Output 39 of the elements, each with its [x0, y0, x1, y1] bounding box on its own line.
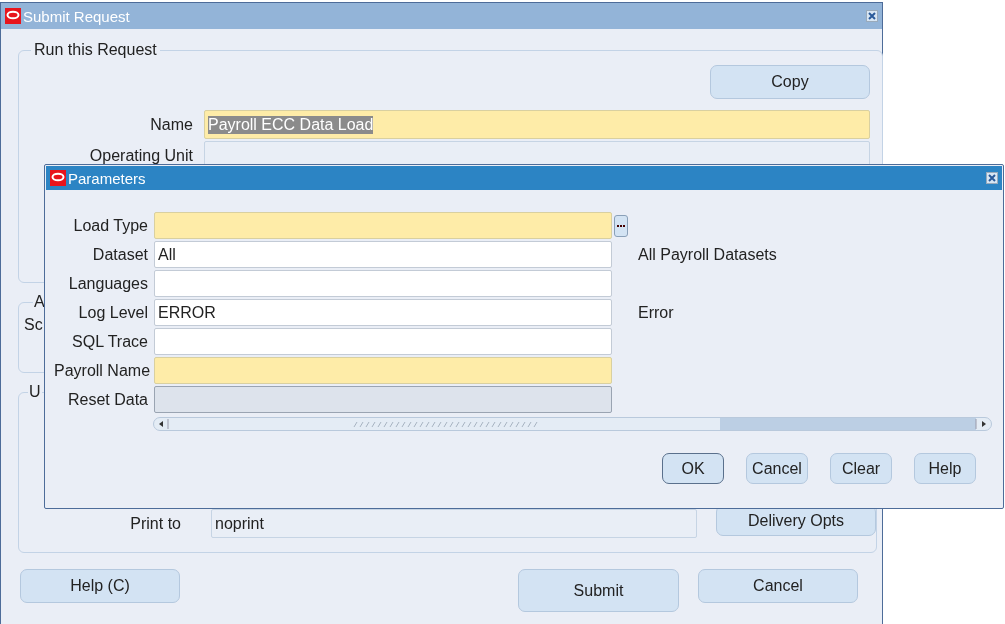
- field-label: Dataset: [91, 245, 148, 264]
- field-label: Name: [149, 115, 193, 134]
- dialog-button[interactable]: Help: [914, 453, 976, 484]
- field-label: Sc: [24, 316, 43, 333]
- field-label: SQL Trace: [71, 332, 148, 351]
- field-label: Load Type: [72, 216, 148, 235]
- app-logo-icon: [50, 170, 66, 186]
- group-title: U: [28, 383, 42, 401]
- group-title: Run this Request: [33, 41, 158, 59]
- dialog-button[interactable]: Cancel: [746, 453, 808, 484]
- field-label: Languages: [67, 274, 148, 293]
- field-description: All Payroll Datasets: [638, 245, 778, 264]
- lov-button[interactable]: [614, 214, 628, 237]
- input-field[interactable]: [154, 270, 612, 297]
- field-label: Print to: [129, 515, 181, 534]
- field-description: Error: [638, 303, 675, 322]
- field-label: Reset Data: [66, 390, 148, 409]
- close-icon[interactable]: [986, 172, 998, 184]
- input-field[interactable]: [154, 212, 612, 239]
- input-field[interactable]: ERROR: [154, 299, 612, 326]
- action-button[interactable]: Cancel: [698, 569, 858, 603]
- input-field[interactable]: All: [154, 241, 612, 268]
- ellipsis-icon: [617, 224, 625, 227]
- copy-button[interactable]: Copy: [710, 65, 870, 99]
- horizontal-scrollbar[interactable]: [153, 417, 992, 431]
- app-logo-icon: [5, 8, 21, 24]
- field-label: Payroll Name: [54, 361, 148, 380]
- action-button[interactable]: Submit: [518, 569, 679, 612]
- window-title: Parameters: [68, 169, 147, 187]
- field-label: Operating Unit: [88, 146, 193, 165]
- dialog-button[interactable]: OK: [662, 453, 724, 484]
- dialog-button[interactable]: Clear: [830, 453, 892, 484]
- input-field[interactable]: [154, 357, 612, 384]
- group-title: A: [33, 293, 46, 311]
- window-title: Submit Request: [23, 7, 131, 25]
- action-button[interactable]: Help (C): [20, 569, 180, 603]
- input-field[interactable]: [154, 328, 612, 355]
- field-label: Log Level: [77, 303, 148, 322]
- input-field[interactable]: noprint: [211, 509, 697, 538]
